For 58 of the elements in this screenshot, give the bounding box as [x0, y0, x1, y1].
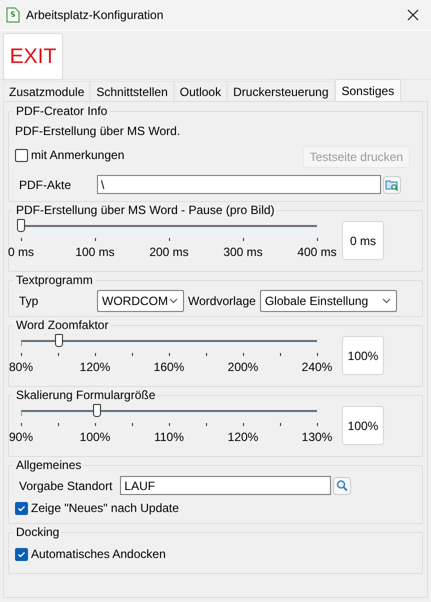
- tick-label: 80%: [8, 360, 34, 374]
- tick-label: 400 ms: [297, 245, 337, 259]
- tick-label: 200%: [228, 360, 258, 374]
- value-display: 0 ms: [342, 221, 384, 260]
- value-display: 100%: [342, 406, 384, 445]
- tick-label: 120%: [228, 430, 258, 444]
- tick-label: 200 ms: [149, 245, 189, 259]
- template-dropdown[interactable]: Globale Einstellung: [260, 290, 397, 312]
- group-title: PDF-Erstellung über MS Word - Pause (pro Bild): [15, 203, 276, 217]
- tick-label: 90%: [8, 430, 34, 444]
- tick-label: 130%: [302, 430, 332, 444]
- type-dropdown[interactable]: WORDCOM: [97, 290, 184, 312]
- tick-label: 160%: [154, 360, 184, 374]
- field-label: Wordvorlage: [188, 294, 256, 308]
- tab[interactable]: Sonstiges: [334, 79, 402, 101]
- checkbox[interactable]: [15, 502, 28, 514]
- group-title: Textprogramm: [15, 273, 94, 287]
- tick-label: 100 ms: [75, 245, 115, 259]
- tick-label: 100%: [80, 430, 110, 444]
- file-path-field[interactable]: \: [97, 175, 381, 194]
- app-icon: [6, 7, 20, 23]
- checkbox-label: mit Anmerkungen: [31, 148, 124, 162]
- group-title: Allgemeines: [15, 458, 82, 472]
- slider-thumb[interactable]: [17, 219, 25, 232]
- search-icon[interactable]: [333, 476, 352, 494]
- checkmark-icon: [17, 550, 26, 558]
- field-label: Typ: [18, 294, 40, 308]
- close-icon[interactable]: [407, 9, 419, 21]
- tick-label: 120%: [80, 360, 110, 374]
- location-field[interactable]: LAUF: [120, 476, 332, 495]
- exit-button[interactable]: EXIT: [3, 33, 63, 80]
- info-text: PDF-Erstellung über MS Word.: [15, 124, 182, 138]
- field-label: PDF-Akte: [18, 178, 72, 192]
- tab[interactable]: Druckersteuerung: [227, 81, 334, 101]
- tab[interactable]: Schnittstellen: [90, 81, 174, 101]
- caret-icon: [169, 298, 178, 304]
- checkmark-icon: [17, 504, 26, 512]
- group-title: Word Zoomfaktor: [15, 318, 110, 332]
- group-title: Skalierung Formulargröße: [15, 388, 156, 402]
- tick-label: 300 ms: [223, 245, 263, 259]
- tick-label: 240%: [302, 360, 332, 374]
- tab[interactable]: Outlook: [174, 81, 228, 101]
- group-title: PDF-Creator Info: [15, 104, 108, 118]
- slider-thumb[interactable]: [93, 404, 101, 417]
- group-title: Docking: [15, 525, 60, 539]
- slider-thumb[interactable]: [55, 334, 63, 347]
- tick-label: 0 ms: [8, 245, 34, 259]
- checkbox[interactable]: [15, 548, 28, 560]
- tick-label: 110%: [154, 430, 184, 444]
- window-title: Arbeitsplatz-Konfiguration: [26, 8, 164, 22]
- caret-icon: [382, 298, 391, 304]
- tab[interactable]: Zusatzmodule: [3, 81, 90, 101]
- value-display: 100%: [342, 336, 384, 375]
- field-label: Vorgabe Standort: [18, 478, 112, 492]
- checkbox-label: Automatisches Andocken: [31, 547, 166, 561]
- folder-search-icon[interactable]: [383, 176, 401, 194]
- checkbox[interactable]: [15, 148, 28, 162]
- checkbox-label: Zeige "Neues" nach Update: [31, 501, 179, 515]
